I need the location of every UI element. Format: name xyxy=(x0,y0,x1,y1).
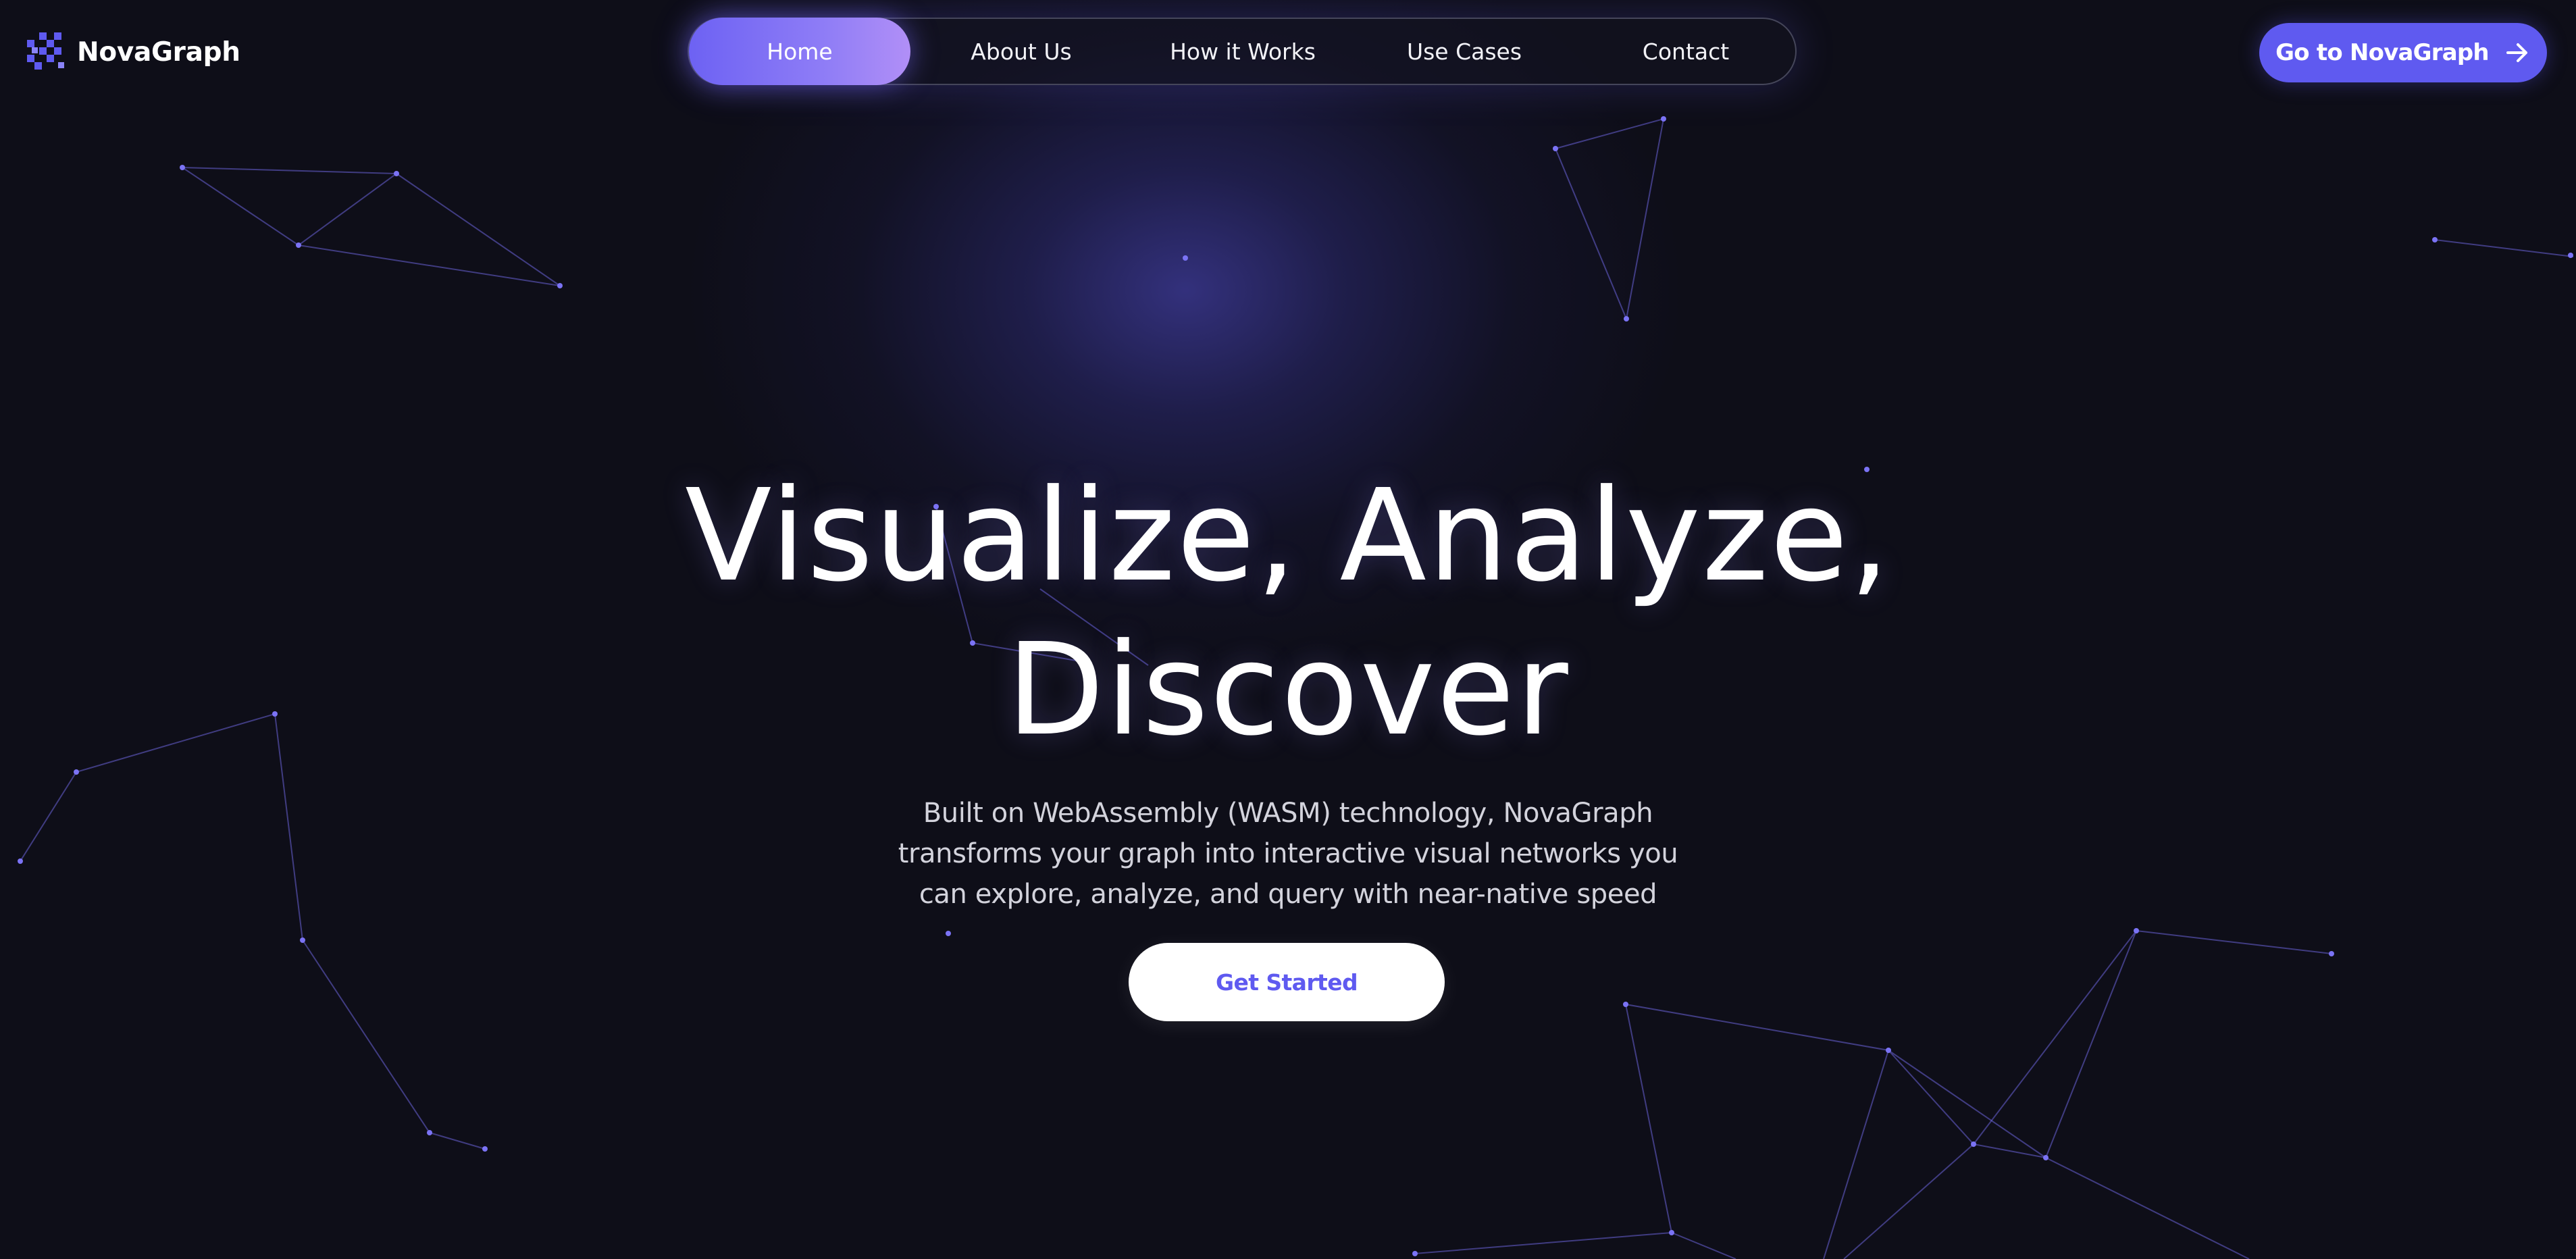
nav-item-how-it-works[interactable]: How it Works xyxy=(1132,18,1354,85)
nav-item-about-us[interactable]: About Us xyxy=(910,18,1132,85)
nav-item-contact[interactable]: Contact xyxy=(1575,18,1797,85)
hero-subtitle-line-1: Built on WebAssembly (WASM) technology, … xyxy=(923,798,1653,829)
brand-logo-link[interactable]: NovaGraph xyxy=(26,30,240,74)
hero-subtitle-line-3: can explore, analyze, and query with nea… xyxy=(919,879,1657,910)
nav-item-home[interactable]: Home xyxy=(689,18,910,85)
hero-title-line-2: Discover xyxy=(1006,616,1570,764)
get-started-label: Get Started xyxy=(1216,969,1358,996)
hero-title: Visualize, Analyze, Discover xyxy=(478,459,2098,767)
go-to-novagraph-label: Go to NovaGraph xyxy=(2275,39,2489,66)
hero-subtitle-line-2: transforms your graph into interactive v… xyxy=(898,838,1678,869)
brand-name: NovaGraph xyxy=(77,36,240,68)
hero-subtitle: Built on WebAssembly (WASM) technology, … xyxy=(815,793,1761,915)
hero-title-line-1: Visualize, Analyze, xyxy=(685,462,1891,610)
main-navigation: Home About Us How it Works Use Cases Con… xyxy=(688,18,1797,85)
go-to-novagraph-button[interactable]: Go to NovaGraph xyxy=(2259,23,2547,82)
nav-item-use-cases[interactable]: Use Cases xyxy=(1354,18,1575,85)
get-started-button[interactable]: Get Started xyxy=(1129,943,1445,1021)
grid-squares-logo-icon xyxy=(27,32,64,70)
arrow-right-icon xyxy=(2506,43,2527,62)
